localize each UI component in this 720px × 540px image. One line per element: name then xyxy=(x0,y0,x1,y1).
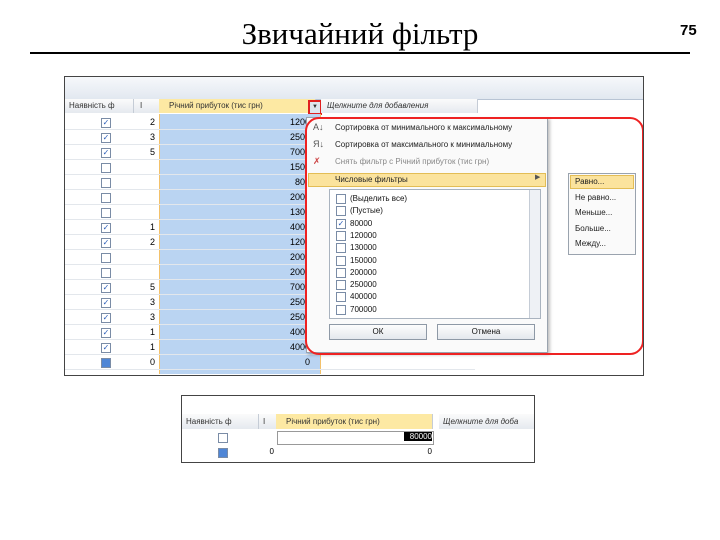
result-header-add-new[interactable]: Щелкните для доба xyxy=(439,414,534,429)
row-number: 0 xyxy=(149,357,155,367)
row-value: 1500 xyxy=(289,162,310,172)
result-header-availability[interactable]: Наявність ф xyxy=(182,414,259,429)
row-value: 7000 xyxy=(289,282,310,292)
result-row2-checkbox[interactable] xyxy=(218,448,228,458)
row-checkbox[interactable] xyxy=(101,178,111,188)
row-value: 1200 xyxy=(289,237,310,247)
row-checkbox[interactable]: ✓ xyxy=(101,298,111,308)
filter-dropdown-button[interactable]: ▼ xyxy=(308,100,322,115)
row-checkbox[interactable] xyxy=(101,358,111,368)
result-row1-checkbox[interactable] xyxy=(218,433,228,443)
row-number: 2 xyxy=(149,237,155,247)
column-header-availability[interactable]: Наявність ф xyxy=(65,99,134,113)
filtered-result-screenshot: Наявність ф І Річний прибуток (тис грн) … xyxy=(181,395,535,463)
row-value: 1300 xyxy=(289,207,310,217)
row-checkbox[interactable]: ✓ xyxy=(101,343,111,353)
row-checkbox[interactable] xyxy=(101,193,111,203)
row-checkbox[interactable]: ✓ xyxy=(101,133,111,143)
row-value: 2500 xyxy=(289,132,310,142)
row-number: 2 xyxy=(149,117,155,127)
row-number: 3 xyxy=(149,297,155,307)
row-number: 3 xyxy=(149,312,155,322)
row-number: 1 xyxy=(149,327,155,337)
row-checkbox[interactable] xyxy=(101,208,111,218)
row-checkbox[interactable]: ✓ xyxy=(101,223,111,233)
row-checkbox[interactable]: ✓ xyxy=(101,283,111,293)
ribbon-strip xyxy=(65,77,643,100)
row-value: 4000 xyxy=(289,327,310,337)
red-highlight-frame xyxy=(305,117,643,355)
slide-title: Звичайний фільтр xyxy=(241,16,479,51)
page-number: 75 xyxy=(680,22,697,39)
row-number: 1 xyxy=(149,222,155,232)
column-header-add-new[interactable]: Щелкните для добавления xyxy=(321,99,478,113)
column-header-annual-profit[interactable]: Річний прибуток (тис грн) xyxy=(159,99,316,113)
row-checkbox[interactable]: ✓ xyxy=(101,238,111,248)
row-checkbox[interactable]: ✓ xyxy=(101,118,111,128)
row-checkbox[interactable]: ✓ xyxy=(101,148,111,158)
row-checkbox[interactable]: ✓ xyxy=(101,313,111,323)
row-checkbox[interactable] xyxy=(101,163,111,173)
row-value: 2000 xyxy=(289,267,310,277)
row-value: 4000 xyxy=(289,342,310,352)
row-number: 1 xyxy=(149,342,155,352)
row-value: 1200 xyxy=(289,117,310,127)
row-divider xyxy=(65,369,475,370)
row-number: 3 xyxy=(149,132,155,142)
row-checkbox[interactable]: ✓ xyxy=(101,328,111,338)
row-number: 5 xyxy=(149,282,155,292)
row-value: 2000 xyxy=(289,192,310,202)
row-checkbox[interactable] xyxy=(101,268,111,278)
row-checkbox[interactable] xyxy=(101,253,111,263)
row-value: 2500 xyxy=(289,297,310,307)
row-value: 800 xyxy=(294,177,310,187)
result-row1-value: 80000 xyxy=(404,432,432,441)
row-value: 2500 xyxy=(289,312,310,322)
row-number: 5 xyxy=(149,147,155,157)
result-row2-value: 0 xyxy=(427,447,432,456)
row-value: 0 xyxy=(304,357,310,367)
result-row2-n: 0 xyxy=(269,447,274,456)
result-header-annual-profit[interactable]: Річний прибуток (тис грн) xyxy=(276,414,433,429)
access-table-screenshot: Наявність ф І Річний прибуток (тис грн) … xyxy=(64,76,644,376)
row-value: 2000 xyxy=(289,252,310,262)
title-underline xyxy=(30,52,690,54)
row-value: 7000 xyxy=(289,147,310,157)
row-value: 4000 xyxy=(289,222,310,232)
